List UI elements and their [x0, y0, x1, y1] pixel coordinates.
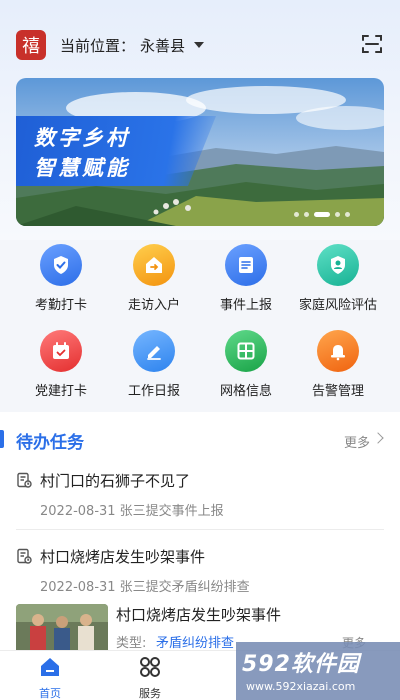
banner-subtitle: 智慧赋能: [34, 156, 130, 180]
task-type-value: 矛盾纠纷排查: [156, 636, 235, 650]
divider: [16, 529, 384, 530]
section-title: 待办任务: [16, 433, 84, 453]
promo-banner[interactable]: 数字乡村 智慧赋能: [16, 78, 384, 226]
todo-header: 待办任务 更多: [0, 412, 400, 462]
task-meta: 2022-08-31 张三提交事件上报: [40, 504, 224, 519]
task-photo: [16, 604, 108, 650]
more-link[interactable]: 更多: [344, 432, 370, 451]
pager-dot-active[interactable]: [314, 211, 330, 217]
todo-tasks-panel: 待办任务 更多 村门口的石狮子不见了 2022-08-31 张三提交事件上报 村…: [0, 412, 400, 650]
grid-item-party[interactable]: 党建打卡: [11, 330, 111, 402]
tab-label: 服务: [139, 687, 161, 700]
task-title: 村门口的石狮子不见了: [40, 472, 191, 490]
grid-item-label: 网格信息: [219, 384, 272, 399]
grid-item-label: 事件上报: [219, 298, 272, 313]
chevron-down-icon[interactable]: [194, 42, 204, 48]
task-meta: 2022-08-31 张三提交矛盾纠纷排查: [40, 580, 250, 595]
grid-item-daily-report[interactable]: 工作日报: [104, 330, 204, 402]
task-title: 村口烧烤店发生吵架事件: [40, 548, 206, 566]
grid-item-label: 家庭风险评估: [298, 298, 377, 313]
home-icon: [41, 658, 59, 676]
house-visit-icon: [133, 244, 175, 286]
tab-home[interactable]: 首页: [0, 651, 100, 700]
task-type-label: 类型:: [116, 636, 147, 650]
banner-pager: [294, 210, 350, 218]
watermark: 592软件园 www.592xiazai.com: [236, 642, 400, 700]
grid-item-alarm[interactable]: 告警管理: [288, 330, 388, 402]
app-logo: 禧: [16, 30, 46, 60]
grid-item-report[interactable]: 事件上报: [196, 244, 296, 316]
pager-dot[interactable]: [294, 211, 299, 217]
grid-item-grid-info[interactable]: 网格信息: [196, 330, 296, 402]
apps-icon: [140, 657, 160, 677]
party-calendar-icon: [40, 330, 82, 372]
feature-grid: 考勤打卡 走访入户 事件上报 家庭风险评估 党建打卡 工作日报 网格信息 告警管…: [0, 240, 400, 402]
location-label: 当前位置：: [60, 37, 136, 55]
watermark-url: www.592xiazai.com: [246, 680, 356, 693]
grid-item-label: 党建打卡: [34, 384, 87, 399]
grid-icon: [225, 330, 267, 372]
location-selector[interactable]: 永善县: [140, 35, 185, 56]
task-title: 村口烧烤店发生吵架事件: [116, 606, 282, 624]
tab-label: 首页: [39, 687, 61, 700]
banner-title: 数字乡村: [34, 126, 130, 150]
pager-dot[interactable]: [304, 211, 309, 217]
grid-item-label: 告警管理: [311, 384, 364, 399]
grid-item-visit[interactable]: 走访入户: [104, 244, 204, 316]
shield-check-icon: [40, 244, 82, 286]
family-user-icon: [317, 244, 359, 286]
pager-dot[interactable]: [345, 211, 350, 217]
grid-item-label: 工作日报: [127, 384, 180, 399]
section-accent-bar: [0, 430, 4, 448]
task-doc-icon: [17, 472, 32, 488]
watermark-title: 592软件园: [242, 652, 360, 677]
chevron-right-icon[interactable]: [372, 432, 384, 444]
header: 禧 当前位置： 永善县: [0, 0, 400, 90]
grid-item-label: 考勤打卡: [34, 298, 87, 313]
grid-item-attendance[interactable]: 考勤打卡: [11, 244, 111, 316]
grid-item-label: 走访入户: [127, 298, 180, 313]
alarm-bell-icon: [317, 330, 359, 372]
pencil-icon: [133, 330, 175, 372]
pager-dot[interactable]: [335, 211, 340, 217]
scan-icon[interactable]: [360, 32, 384, 56]
task-doc-icon: [17, 548, 32, 564]
report-doc-icon: [225, 244, 267, 286]
tab-services[interactable]: 服务: [100, 651, 200, 700]
grid-item-family-risk[interactable]: 家庭风险评估: [288, 244, 388, 316]
